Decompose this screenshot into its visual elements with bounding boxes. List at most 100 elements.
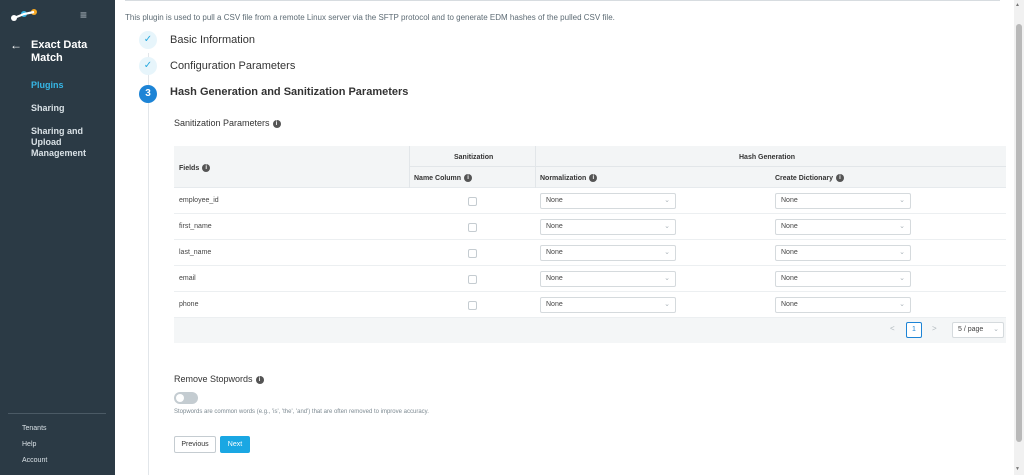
info-icon[interactable]: i: [835, 174, 844, 182]
stopwords-title-text: Remove Stopwords: [174, 374, 253, 384]
dictionary-value: None: [781, 249, 798, 256]
sanitization-title: Sanitization Parameters i: [174, 118, 281, 128]
chevron-down-icon: ⌄: [993, 326, 999, 333]
sidebar-divider: [8, 413, 106, 414]
create-dictionary-header-text: Create Dictionary: [775, 174, 833, 182]
sidebar-item-tenants[interactable]: Tenants: [22, 425, 47, 432]
name-column-checkbox[interactable]: [468, 301, 477, 310]
normalization-value: None: [546, 223, 563, 230]
chevron-down-icon: ⌄: [664, 223, 670, 230]
create-dictionary-select[interactable]: None ⌄: [775, 193, 911, 209]
normalization-select[interactable]: None ⌄: [540, 245, 676, 261]
name-column-checkbox[interactable]: [468, 275, 477, 284]
step-1-check-icon: ✓: [139, 31, 157, 49]
normalization-value: None: [546, 249, 563, 256]
fields-header-text: Fields: [179, 164, 200, 172]
stopwords-title: Remove Stopwords i: [174, 374, 264, 384]
normalization-select[interactable]: None ⌄: [540, 297, 676, 313]
name-column-checkbox[interactable]: [468, 197, 477, 206]
table-row: first_name None ⌄ None ⌄: [174, 214, 1006, 240]
name-column-header: Name Column i: [414, 174, 473, 182]
page-number-button[interactable]: 1: [906, 322, 922, 338]
create-dictionary-select[interactable]: None ⌄: [775, 297, 911, 313]
scroll-down-icon[interactable]: ▼: [1015, 466, 1020, 472]
info-icon[interactable]: i: [589, 174, 598, 182]
field-name: last_name: [179, 249, 212, 256]
next-page-button[interactable]: >: [932, 324, 937, 333]
normalization-select[interactable]: None ⌄: [540, 193, 676, 209]
chevron-down-icon: ⌄: [664, 301, 670, 308]
sidebar-item-account[interactable]: Account: [22, 457, 47, 464]
sidebar-item-plugins[interactable]: Plugins: [31, 80, 111, 91]
table-row: email None ⌄ None ⌄: [174, 266, 1006, 292]
step-connector: [148, 53, 149, 475]
chevron-down-icon: ⌄: [899, 249, 905, 256]
sanitization-header: Sanitization: [454, 154, 494, 161]
prev-page-button[interactable]: <: [890, 324, 895, 333]
pagination: < 1 > 5 / page ⌄: [174, 318, 1006, 343]
normalization-header: Normalization i: [540, 174, 598, 182]
create-dictionary-select[interactable]: None ⌄: [775, 271, 911, 287]
create-dictionary-select[interactable]: None ⌄: [775, 245, 911, 261]
field-name: email: [179, 275, 196, 282]
table-row: employee_id None ⌄ None ⌄: [174, 188, 1006, 214]
step-2-check-icon: ✓: [139, 57, 157, 75]
next-button[interactable]: Next: [220, 436, 250, 453]
info-icon[interactable]: i: [272, 119, 281, 128]
hash-generation-header: Hash Generation: [739, 154, 796, 161]
step-1-label: Basic Information: [170, 34, 255, 46]
create-dictionary-select[interactable]: None ⌄: [775, 219, 911, 235]
create-dictionary-header: Create Dictionary i: [775, 174, 844, 182]
normalization-header-text: Normalization: [540, 174, 587, 182]
info-icon[interactable]: i: [202, 164, 211, 172]
step-2-label: Configuration Parameters: [170, 60, 296, 72]
fields-header: Fields i: [179, 164, 211, 172]
field-name: first_name: [179, 223, 212, 230]
sidebar-item-sharing[interactable]: Sharing: [31, 103, 111, 114]
header-divider: [409, 166, 1006, 167]
dictionary-value: None: [781, 223, 798, 230]
normalization-select[interactable]: None ⌄: [540, 219, 676, 235]
name-column-checkbox[interactable]: [468, 223, 477, 232]
table-header: Fields i Sanitization Hash Generation Nam…: [174, 146, 1006, 188]
col-divider: [409, 146, 410, 188]
chevron-down-icon: ⌄: [899, 223, 905, 230]
scrollbar-thumb[interactable]: [1016, 24, 1022, 442]
step-3-label: Hash Generation and Sanitization Paramet…: [170, 86, 409, 98]
info-icon[interactable]: i: [255, 375, 264, 384]
field-name: phone: [179, 301, 199, 308]
col-divider: [535, 146, 536, 188]
normalization-select[interactable]: None ⌄: [540, 271, 676, 287]
name-column-checkbox[interactable]: [468, 249, 477, 258]
back-arrow-icon[interactable]: ←: [10, 38, 22, 52]
chevron-down-icon: ⌄: [664, 197, 670, 204]
chevron-down-icon: ⌄: [664, 275, 670, 282]
scroll-up-icon[interactable]: ▲: [1015, 2, 1020, 8]
previous-button[interactable]: Previous: [174, 436, 216, 453]
normalization-value: None: [546, 275, 563, 282]
name-column-header-text: Name Column: [414, 174, 462, 182]
top-divider: [125, 0, 1000, 1]
field-name: employee_id: [179, 197, 219, 204]
sidebar: ≡ ← Exact Data Match Plugins Sharing Sha…: [0, 0, 115, 475]
sidebar-title: Exact Data Match: [31, 39, 88, 64]
sidebar-item-help[interactable]: Help: [22, 441, 36, 448]
dictionary-value: None: [781, 275, 798, 282]
normalization-value: None: [546, 301, 563, 308]
chevron-down-icon: ⌄: [899, 275, 905, 282]
table-row: last_name None ⌄ None ⌄: [174, 240, 1006, 266]
sidebar-item-sharing-upload[interactable]: Sharing and Upload Management: [31, 126, 111, 159]
stopwords-description: Stopwords are common words (e.g., 'is', …: [174, 409, 429, 415]
stopwords-toggle[interactable]: [174, 392, 198, 404]
table-row: phone None ⌄ None ⌄: [174, 292, 1006, 318]
normalization-value: None: [546, 197, 563, 204]
collapse-menu-icon[interactable]: ≡: [80, 8, 94, 22]
chevron-down-icon: ⌄: [664, 249, 670, 256]
page-size-select[interactable]: 5 / page ⌄: [952, 322, 1004, 338]
dictionary-value: None: [781, 301, 798, 308]
step-3-number: 3: [139, 85, 157, 103]
dictionary-value: None: [781, 197, 798, 204]
toggle-knob: [176, 394, 184, 402]
chevron-down-icon: ⌄: [899, 197, 905, 204]
info-icon[interactable]: i: [464, 174, 473, 182]
